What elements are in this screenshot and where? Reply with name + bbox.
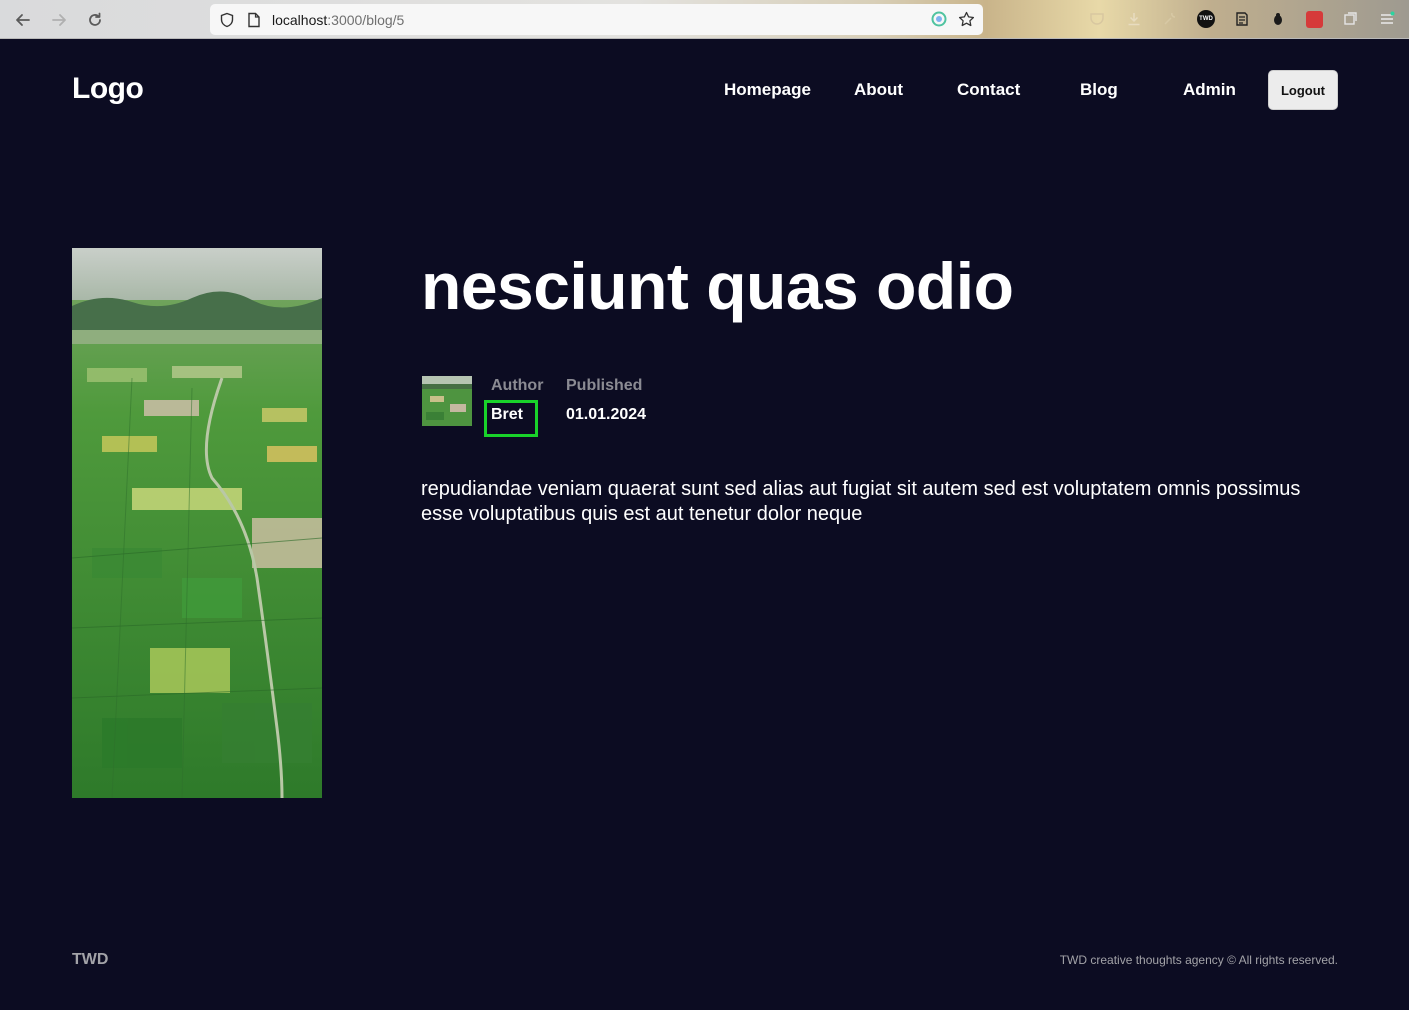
- nav-contact[interactable]: Contact: [957, 80, 1020, 100]
- forward-icon[interactable]: [47, 8, 71, 32]
- url-text: localhost:3000/blog/5: [272, 12, 404, 28]
- footer-copyright: TWD creative thoughts agency © All right…: [1059, 953, 1338, 967]
- red-extension-icon[interactable]: [1304, 9, 1324, 29]
- footer-brand: TWD: [72, 951, 109, 968]
- pocket-icon[interactable]: [1087, 9, 1107, 29]
- published-label: Published: [566, 377, 643, 394]
- bookmark-star-icon[interactable]: [957, 10, 975, 28]
- site-logo[interactable]: Logo: [72, 72, 144, 106]
- extension-circle-icon[interactable]: [930, 10, 948, 28]
- author-highlight-box: [484, 400, 538, 437]
- twd-badge-label: TWD: [1197, 10, 1215, 28]
- download-icon[interactable]: [1124, 9, 1144, 29]
- nav-about[interactable]: About: [854, 80, 903, 100]
- post-body: repudiandae veniam quaerat sunt sed alia…: [421, 478, 1301, 525]
- nav-homepage[interactable]: Homepage: [724, 80, 811, 100]
- page-icon[interactable]: [246, 11, 262, 29]
- twd-extension-icon[interactable]: TWD: [1196, 9, 1216, 29]
- logout-button[interactable]: Logout: [1268, 70, 1338, 110]
- tools-icon[interactable]: [1160, 9, 1180, 29]
- bug-icon[interactable]: [1268, 9, 1288, 29]
- author-avatar: [422, 376, 472, 426]
- menu-icon[interactable]: [1377, 9, 1397, 29]
- notes-icon[interactable]: [1232, 9, 1252, 29]
- back-icon[interactable]: [11, 8, 35, 32]
- published-date: 01.01.2024: [566, 406, 647, 423]
- browser-toolbar: localhost:3000/blog/5 TWD: [0, 0, 1409, 39]
- nav-blog[interactable]: Blog: [1080, 80, 1118, 100]
- nav-admin[interactable]: Admin: [1183, 80, 1236, 100]
- window-icon[interactable]: [1340, 9, 1360, 29]
- url-host: localhost: [272, 12, 328, 28]
- address-bar[interactable]: localhost:3000/blog/5: [210, 4, 983, 35]
- post-title: nesciunt quas odio: [421, 249, 1014, 323]
- reload-icon[interactable]: [83, 8, 107, 32]
- url-path: :3000/blog/5: [327, 12, 405, 28]
- shield-icon[interactable]: [218, 11, 236, 29]
- author-label: Author: [491, 377, 544, 394]
- post-image: [72, 248, 322, 798]
